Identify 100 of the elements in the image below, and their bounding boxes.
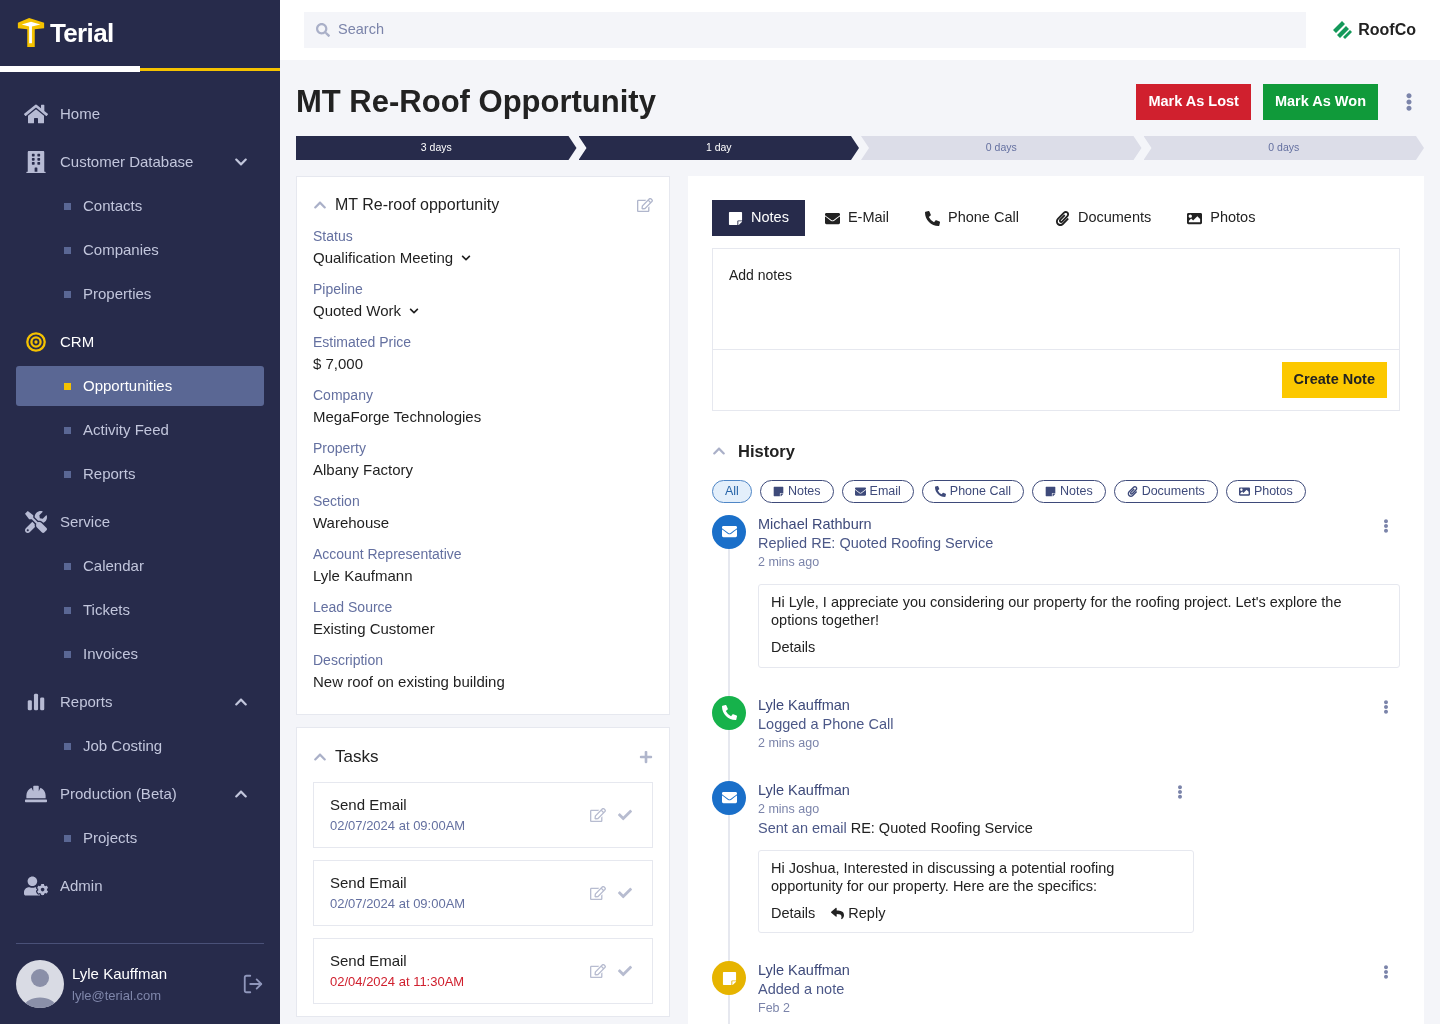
task-card[interactable]: Send Email 02/04/2024 at 11:30AM: [313, 937, 653, 1004]
activity-author[interactable]: Lyle Kauffman: [758, 780, 1174, 800]
search-input[interactable]: Search: [338, 19, 1295, 41]
envelope-icon: [721, 524, 737, 540]
card-title: Tasks: [335, 746, 380, 768]
nav-item[interactable]: Properties: [16, 274, 264, 314]
activity-author[interactable]: Lyle Kauffman: [758, 961, 1380, 981]
field-label: Section: [313, 492, 361, 511]
task-card[interactable]: Send Email 02/07/2024 at 09:00AM: [313, 781, 653, 848]
nav-item[interactable]: Invoices: [16, 634, 264, 674]
tab[interactable]: Phone Call: [909, 200, 1035, 236]
tab[interactable]: Documents: [1038, 200, 1168, 236]
nav-section[interactable]: Service: [16, 502, 264, 542]
check-icon[interactable]: [618, 963, 632, 978]
activity-subject: RE: Quoted Roofing Service: [850, 818, 1033, 838]
hard-hat-icon: [24, 783, 48, 805]
edit-icon[interactable]: [637, 197, 653, 213]
tab[interactable]: Photos: [1171, 200, 1272, 236]
activity-author[interactable]: Michael Rathburn: [758, 514, 1380, 534]
search-field[interactable]: Search: [304, 12, 1307, 48]
check-icon[interactable]: [618, 885, 632, 900]
nav-item[interactable]: Companies: [16, 230, 264, 270]
filter-chip[interactable]: All: [712, 479, 752, 503]
task-card[interactable]: Send Email 02/07/2024 at 09:00AM: [313, 859, 653, 926]
edit-icon[interactable]: [590, 806, 606, 823]
nav-item[interactable]: Projects: [16, 818, 264, 858]
avatar: [16, 960, 64, 1008]
nav-section[interactable]: Home: [16, 94, 264, 134]
tab[interactable]: Notes: [712, 200, 805, 236]
chevron-down-icon[interactable]: [409, 306, 420, 316]
stage-step: 1 day: [578, 136, 859, 160]
note-icon: [772, 485, 784, 497]
nav-section[interactable]: Production (Beta): [16, 774, 264, 814]
paperclip-icon: [1054, 210, 1070, 226]
create-note-button[interactable]: Create Note: [1281, 362, 1387, 398]
dropdown[interactable]: Quoted Work: [313, 300, 653, 322]
activity-author[interactable]: Lyle Kauffman: [758, 695, 1380, 715]
message-link[interactable]: Reply: [831, 902, 886, 925]
envelope-icon: [854, 485, 866, 497]
brand-name: Terial: [50, 16, 114, 50]
message-link[interactable]: Details: [771, 902, 816, 925]
building-icon: [24, 151, 48, 173]
stage-step: 0 days: [1143, 136, 1424, 160]
stage-step: 0 days: [861, 136, 1142, 160]
home-icon: [24, 103, 48, 125]
card-title: MT Re-roof opportunity: [335, 195, 501, 215]
paperclip-icon: [1126, 485, 1138, 497]
page-title: MT Re-Roof Opportunity: [296, 84, 657, 120]
image-icon: [1187, 210, 1203, 226]
section-title: History: [738, 441, 795, 462]
nav-section[interactable]: Reports: [16, 682, 264, 722]
nav-item[interactable]: Opportunities: [16, 366, 264, 406]
field-label: Property: [313, 439, 367, 458]
activity-time: 2 mins ago: [758, 800, 821, 818]
task-title: Send Email: [330, 950, 408, 971]
field-label: Company: [313, 386, 374, 405]
nav-section[interactable]: Admin: [16, 866, 264, 906]
logout-icon[interactable]: [242, 973, 264, 995]
task-due-date: 02/07/2024 at 09:00AM: [330, 817, 467, 835]
nav-section[interactable]: Customer Database: [16, 142, 264, 182]
phone-icon: [934, 485, 946, 497]
note-icon: [721, 970, 737, 986]
activity-time: 2 mins ago: [758, 553, 821, 571]
task-title: Send Email: [330, 872, 408, 893]
action-button[interactable]: Mark As Won: [1262, 84, 1378, 120]
target-icon: [24, 331, 48, 353]
field-value: Lyle Kaufmann: [313, 566, 414, 586]
dropdown[interactable]: Qualification Meeting: [313, 247, 653, 269]
action-button[interactable]: Mark As Lost: [1136, 84, 1251, 120]
chevron-down-icon[interactable]: [461, 253, 472, 263]
tab[interactable]: E-Mail: [808, 200, 905, 236]
image-icon: [1238, 485, 1250, 497]
nav-item[interactable]: Reports: [16, 454, 264, 494]
nav-section[interactable]: CRM: [16, 322, 264, 362]
field-value: Existing Customer: [313, 619, 436, 639]
activity-action: Logged a Phone Call: [758, 714, 894, 734]
phone-icon: [721, 705, 737, 720]
activity-time: Feb 2: [758, 1000, 791, 1018]
nav-item[interactable]: Tickets: [16, 590, 264, 630]
add-icon[interactable]: [639, 749, 653, 764]
nav-item[interactable]: Contacts: [16, 186, 264, 226]
activity-action: Replied RE: Quoted Roofing Service: [758, 533, 994, 553]
message-link[interactable]: Details: [771, 636, 816, 659]
reply-icon: [831, 906, 845, 920]
terial-logo-icon: [16, 17, 46, 49]
field-value: Warehouse: [313, 513, 391, 533]
nav-item[interactable]: Activity Feed: [16, 410, 264, 450]
envelope-icon: [721, 790, 737, 805]
notes-input[interactable]: Add notes: [712, 248, 1400, 350]
activity-action: Sent an email: [758, 818, 847, 838]
task-title: Send Email: [330, 794, 408, 815]
edit-icon[interactable]: [590, 884, 606, 901]
task-due-date: 02/04/2024 at 11:30AM: [330, 973, 466, 991]
note-icon: [1045, 485, 1056, 497]
field-label: Lead Source: [313, 598, 394, 617]
edit-icon[interactable]: [590, 962, 606, 979]
task-due-date: 02/07/2024 at 09:00AM: [330, 895, 467, 913]
nav-item[interactable]: Calendar: [16, 546, 264, 586]
check-icon[interactable]: [618, 807, 632, 822]
nav-item[interactable]: Job Costing: [16, 726, 264, 766]
